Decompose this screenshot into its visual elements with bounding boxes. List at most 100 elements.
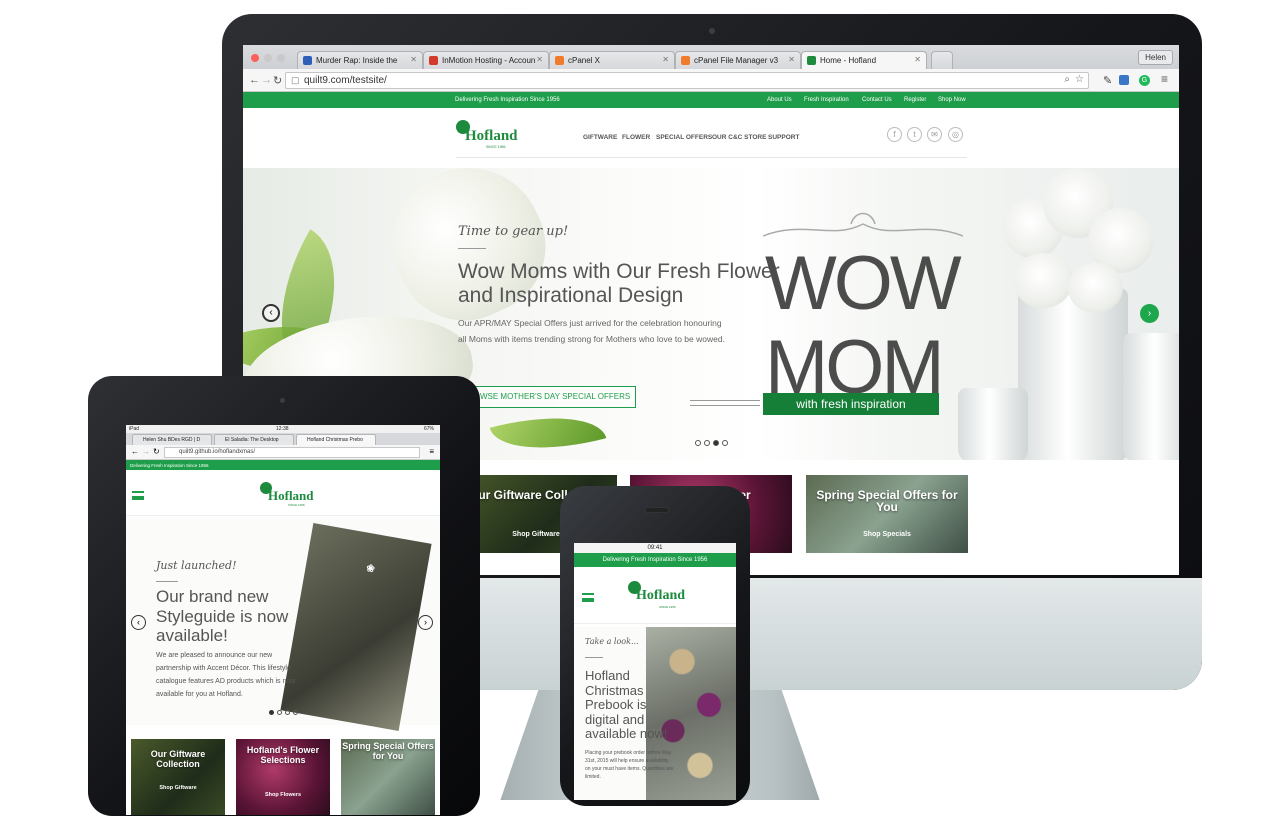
menu-icon[interactable]: ≡	[429, 447, 434, 456]
browser-tab[interactable]: InMotion Hosting - Accoun ✕	[423, 51, 549, 69]
browser-tab[interactable]: Helen Shu BDes RGD | D	[132, 434, 212, 445]
browser-tab[interactable]: cPanel X ✕	[549, 51, 675, 69]
tab-favicon-icon	[555, 56, 564, 65]
close-tab-icon[interactable]: ✕	[410, 55, 417, 64]
rose-graphic	[1013, 253, 1073, 308]
tablet-hero: ❀ Just launched! Our brand new Styleguid…	[126, 517, 440, 731]
close-tab-icon[interactable]: ✕	[788, 55, 795, 64]
tile-specials[interactable]: Spring Special Offers for You	[341, 739, 435, 815]
phone-hero: Take a look... Hofland Christmas Prebook…	[574, 627, 736, 800]
cast-extension-icon[interactable]	[1119, 75, 1129, 85]
back-arrow-icon[interactable]: ←	[249, 74, 260, 86]
twitter-icon[interactable]: t	[907, 127, 922, 142]
maximize-window-button[interactable]	[277, 54, 285, 62]
browser-tab-active[interactable]: Hofland Christmas Prebo	[296, 434, 376, 445]
top-link-fresh-inspiration[interactable]: Fresh Inspiration	[804, 97, 849, 103]
tile-specials[interactable]: Spring Special Offers for You Shop Speci…	[806, 475, 968, 553]
browser-tab-active[interactable]: Home - Hofland ✕	[801, 51, 927, 69]
menu-cc-store[interactable]: OUR C&C STORE	[712, 134, 766, 141]
slider-dot[interactable]	[285, 710, 290, 715]
site-top-bar: Delivering Fresh Inspiration Since 1956 …	[243, 92, 1179, 108]
vase-graphic	[958, 388, 1028, 460]
hamburger-menu-icon[interactable]	[132, 491, 144, 500]
menu-special-offers[interactable]: SPECIAL OFFERS	[656, 134, 712, 141]
hero-body: We are pleased to announce our new partn…	[156, 652, 296, 698]
hofland-logo[interactable]: Hofland SINCE 1956	[456, 120, 518, 152]
tagline: Delivering Fresh Inspiration Since 1956	[455, 97, 560, 103]
slider-dot[interactable]	[722, 440, 728, 446]
browser-tab[interactable]: Murder Rap: Inside the ✕	[297, 51, 423, 69]
browser-tab[interactable]: cPanel File Manager v3 ✕	[675, 51, 801, 69]
hero-title: Wow Moms with Our Fresh Flower and Inspi…	[458, 260, 780, 307]
back-arrow-icon[interactable]: ←	[131, 447, 139, 456]
slider-prev-button[interactable]: ‹	[131, 615, 146, 630]
phone-top-bar: Delivering Fresh Inspiration Since 1956	[574, 553, 736, 567]
phone-browser: 09:41 Delivering Fresh Inspiration Since…	[574, 543, 736, 800]
top-link-about-us[interactable]: About Us	[767, 97, 792, 103]
vase-graphic	[1018, 288, 1128, 460]
header-divider	[126, 515, 440, 516]
close-tab-icon[interactable]: ✕	[536, 55, 543, 64]
facebook-icon[interactable]: f	[887, 127, 902, 142]
phone-status-bar: 09:41	[574, 543, 736, 553]
tablet-camera	[280, 398, 285, 403]
slider-next-button[interactable]: ›	[418, 615, 433, 630]
profile-button[interactable]: Helen	[1138, 50, 1173, 65]
tablet-top-bar: Delivering Fresh Inspiration Since 1956	[126, 460, 440, 470]
slider-prev-button[interactable]: ‹	[262, 304, 280, 322]
slider-dot[interactable]	[695, 440, 701, 446]
zoom-search-icon[interactable]: ⌕	[1064, 74, 1070, 85]
forward-arrow-icon[interactable]: →	[261, 74, 272, 86]
slider-dot[interactable]	[277, 710, 282, 715]
menu-giftware[interactable]: GIFTWARE	[583, 134, 617, 141]
hofland-logo[interactable]: Hofland SINCE 1956	[626, 581, 686, 613]
page-icon: ▢	[291, 75, 300, 85]
tablet-toolbar: ← → ↻ quilt9.github.io/hoflandxmas/ ≡	[126, 445, 440, 460]
top-link-register[interactable]: Register	[904, 97, 926, 103]
shop-mothers-day-button[interactable]: OWSE MOTHER'S DAY SPECIAL OFFERS	[468, 386, 636, 408]
tab-favicon-icon	[681, 56, 690, 65]
slider-dot[interactable]	[704, 440, 710, 446]
top-link-contact-us[interactable]: Contact Us	[862, 97, 892, 103]
hero-body: Placing your prebook order before May 31…	[585, 750, 674, 780]
slider-dot-active[interactable]	[713, 440, 719, 446]
instagram-icon[interactable]: ◎	[948, 127, 963, 142]
slider-next-button[interactable]: ›	[1140, 304, 1159, 323]
vase-graphic	[1123, 333, 1179, 460]
menu-support[interactable]: SUPPORT	[768, 134, 799, 141]
hero-title: Hofland Christmas Prebook is digital and…	[585, 668, 668, 741]
browser-menu-icon[interactable]: ≡	[1161, 72, 1168, 86]
header-divider	[456, 157, 967, 158]
tile-giftware[interactable]: Our Giftware Collection Shop Giftware	[131, 739, 225, 815]
wow-mom-graphic: WOW MOM	[765, 241, 962, 410]
ornament-swirl-icon	[762, 210, 964, 240]
mail-icon[interactable]: ✉	[927, 127, 942, 142]
close-window-button[interactable]	[251, 54, 259, 62]
monitor-camera	[709, 28, 715, 34]
slider-dot[interactable]	[293, 710, 298, 715]
extension-icon[interactable]: ✎	[1103, 74, 1112, 87]
address-bar-input[interactable]: ▢ quilt9.com/testsite/ ⌕ ☆	[285, 72, 1089, 89]
close-tab-icon[interactable]: ✕	[914, 55, 921, 64]
grammarly-extension-icon[interactable]: G	[1139, 75, 1150, 86]
menu-flower[interactable]: FLOWER	[622, 134, 650, 141]
slider-dot-active[interactable]	[269, 710, 274, 715]
top-link-shop-now[interactable]: Shop Now	[938, 97, 966, 103]
rose-graphic	[1068, 263, 1123, 313]
new-tab-button[interactable]	[931, 51, 953, 69]
bookmark-star-icon[interactable]: ☆	[1075, 74, 1084, 85]
hamburger-menu-icon[interactable]	[582, 593, 594, 602]
tablet-address-bar[interactable]: quilt9.github.io/hoflandxmas/	[164, 447, 420, 458]
minimize-window-button[interactable]	[264, 54, 272, 62]
kicker-divider	[585, 657, 603, 658]
reload-icon[interactable]: ↻	[273, 74, 282, 87]
tile-flowers[interactable]: Hofland's Flower Selections Shop Flowers	[236, 739, 330, 815]
hero-kicker: Just launched!	[156, 559, 237, 572]
forward-arrow-icon[interactable]: →	[142, 447, 150, 456]
close-tab-icon[interactable]: ✕	[662, 55, 669, 64]
hofland-logo[interactable]: Hofland SINCE 1956	[258, 482, 318, 512]
reload-icon[interactable]: ↻	[153, 447, 160, 456]
browser-tab[interactable]: El Saladia: The Desktop	[214, 434, 294, 445]
hero-kicker: Time to gear up!	[458, 224, 569, 239]
tablet-browser: iPad 12:38 67% Helen Shu BDes RGD | D El…	[126, 425, 440, 815]
